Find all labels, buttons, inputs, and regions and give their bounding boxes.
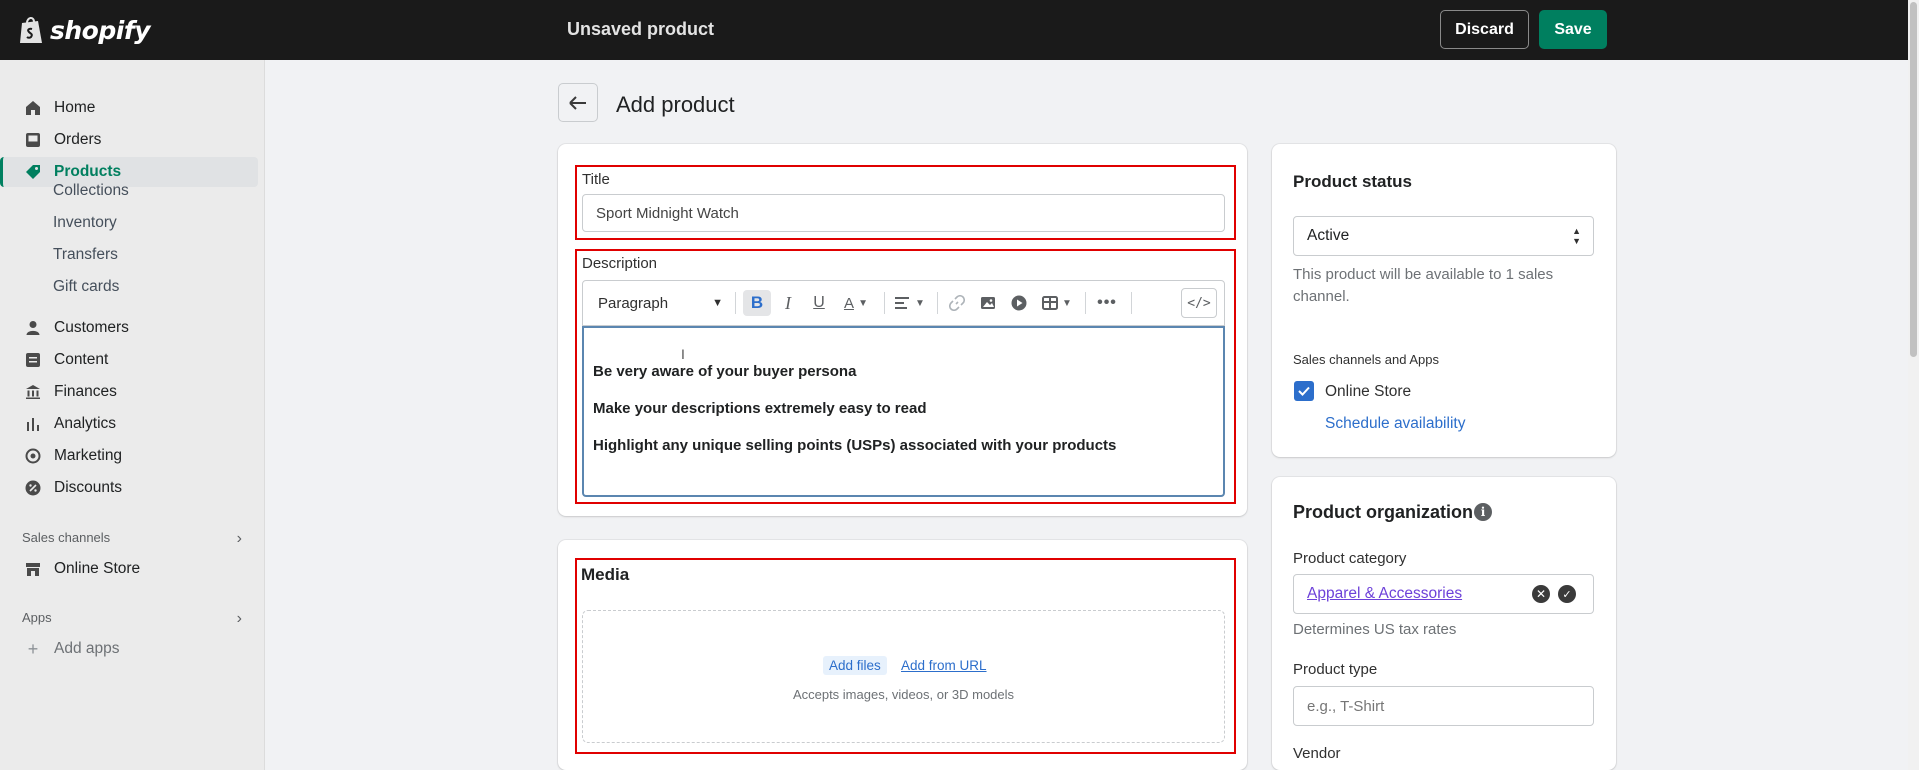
add-from-url-link[interactable]: Add from URL [901,658,987,673]
confirm-check-icon[interactable]: ✓ [1558,585,1576,603]
target-icon [24,447,42,465]
italic-button[interactable]: I [777,293,799,313]
product-type-input[interactable] [1293,686,1594,726]
clear-icon[interactable]: ✕ [1532,585,1550,603]
sidebar-item-online-store[interactable]: Online Store [8,554,258,584]
sidebar-item-products[interactable]: Products [0,157,258,187]
orders-icon [24,131,42,149]
editor-toolbar: Paragraph ▼ B I U A ▼ ▼ ▼ ••• </> [583,281,1224,326]
link-button[interactable] [945,293,969,313]
shopify-bag-icon [20,17,42,43]
vendor-label: Vendor [1293,745,1341,762]
caret-down-icon: ▼ [712,297,723,309]
person-icon [24,319,42,337]
info-icon[interactable]: i [1474,503,1492,521]
sidebar-item-collections[interactable]: Collections [53,182,129,200]
text-color-button[interactable]: A ▼ [837,293,875,313]
table-icon [1042,296,1059,310]
more-options-icon[interactable]: ••• [1093,293,1121,313]
unsaved-product-title: Unsaved product [567,19,715,39]
title-label: Title [582,171,610,188]
title-input[interactable]: Sport Midnight Watch [582,194,1225,232]
arrow-left-icon [569,95,586,110]
play-icon [1011,295,1027,311]
sidebar-item-inventory[interactable]: Inventory [53,214,117,232]
page-title: Add product [616,92,735,117]
bank-icon [24,383,42,401]
insert-video-button[interactable] [1007,293,1031,313]
tag-icon [24,163,42,181]
online-store-checkbox[interactable] [1294,381,1314,401]
media-hint: Accepts images, videos, or 3D models [792,687,1015,702]
sidebar-item-marketing[interactable]: Marketing [8,441,258,471]
plus-icon: + [27,638,39,659]
sidebar-item-add-apps[interactable]: + Add apps [8,634,258,664]
description-line: Be very aware of your buyer persona [593,363,857,380]
bar-chart-icon [24,415,42,433]
insert-image-button[interactable] [976,293,1000,313]
back-button[interactable] [558,83,598,122]
status-help-text: This product will be available to 1 sale… [1293,266,1554,305]
brand-name: shopify [50,15,151,45]
sidebar-item-finances[interactable]: Finances [8,377,258,407]
product-organization-title: Product organization [1293,502,1473,522]
link-icon [949,295,965,311]
sales-channels-header: Sales channels and Apps [1293,352,1439,367]
page-scrollbar[interactable] [1908,0,1919,770]
schedule-availability-link[interactable]: Schedule availability [1325,415,1465,433]
description-line: Make your descriptions extremely easy to… [593,400,927,417]
sidebar-item-customers[interactable]: Customers [8,313,258,343]
align-button[interactable]: ▼ [891,293,929,313]
select-caret-icon: ▲ ▼ [1572,226,1581,246]
status-select[interactable]: Active ▲ ▼ [1293,216,1594,256]
save-button[interactable]: Save [1539,10,1607,49]
chevron-right-icon[interactable]: › [237,610,242,628]
sidebar-item-analytics[interactable]: Analytics [8,409,258,439]
format-select[interactable]: Paragraph ▼ [598,293,723,313]
sidebar: Home Orders Products Collections Invento… [0,60,265,770]
media-title: Media [581,565,630,584]
shopify-logo[interactable]: shopify [18,14,151,46]
product-category-input[interactable]: Apparel & Accessories ✕ ✓ [1293,574,1594,614]
checkmark-icon [1298,386,1310,396]
home-icon [24,99,42,117]
sidebar-item-discounts[interactable]: Discounts [8,473,258,503]
align-left-icon [895,297,910,309]
media-dropzone[interactable]: Add files Add from URL Accepts images, v… [582,610,1225,743]
show-html-button[interactable]: </> [1181,288,1217,318]
product-type-label: Product type [1293,661,1378,678]
bold-button[interactable]: B [743,290,771,316]
description-line: Highlight any unique selling points (USP… [593,437,1117,454]
discard-button[interactable]: Discard [1440,10,1529,49]
add-files-button[interactable]: Add files [823,656,887,675]
insert-table-button[interactable]: ▼ [1038,293,1076,313]
description-editor: Paragraph ▼ B I U A ▼ ▼ ▼ ••• </> Be ver… [582,280,1225,497]
sidebar-item-content[interactable]: Content [8,345,258,375]
description-label: Description [582,255,658,272]
discount-icon [24,479,42,497]
store-icon [24,560,42,578]
text-cursor-icon: I [681,346,685,362]
apps-section[interactable]: Apps › [22,610,242,628]
description-text-area[interactable]: Be very aware of your buyer persona Make… [582,326,1225,497]
product-status-title: Product status [1293,172,1413,191]
sidebar-item-orders[interactable]: Orders [8,125,258,155]
sales-channels-section[interactable]: Sales channels › [22,530,242,548]
content-icon [24,351,42,369]
chevron-right-icon[interactable]: › [237,530,242,548]
online-store-label: Online Store [1325,383,1412,400]
image-icon [981,297,995,309]
product-category-label: Product category [1293,550,1407,567]
scrollbar-thumb[interactable] [1910,2,1917,357]
sidebar-item-transfers[interactable]: Transfers [53,246,118,264]
category-help-text: Determines US tax rates [1293,621,1457,638]
sidebar-item-gift-cards[interactable]: Gift cards [53,278,119,296]
sidebar-item-home[interactable]: Home [8,93,258,123]
underline-button[interactable]: U [808,293,830,313]
top-bar: shopify Unsaved product Discard Save [0,0,1908,60]
